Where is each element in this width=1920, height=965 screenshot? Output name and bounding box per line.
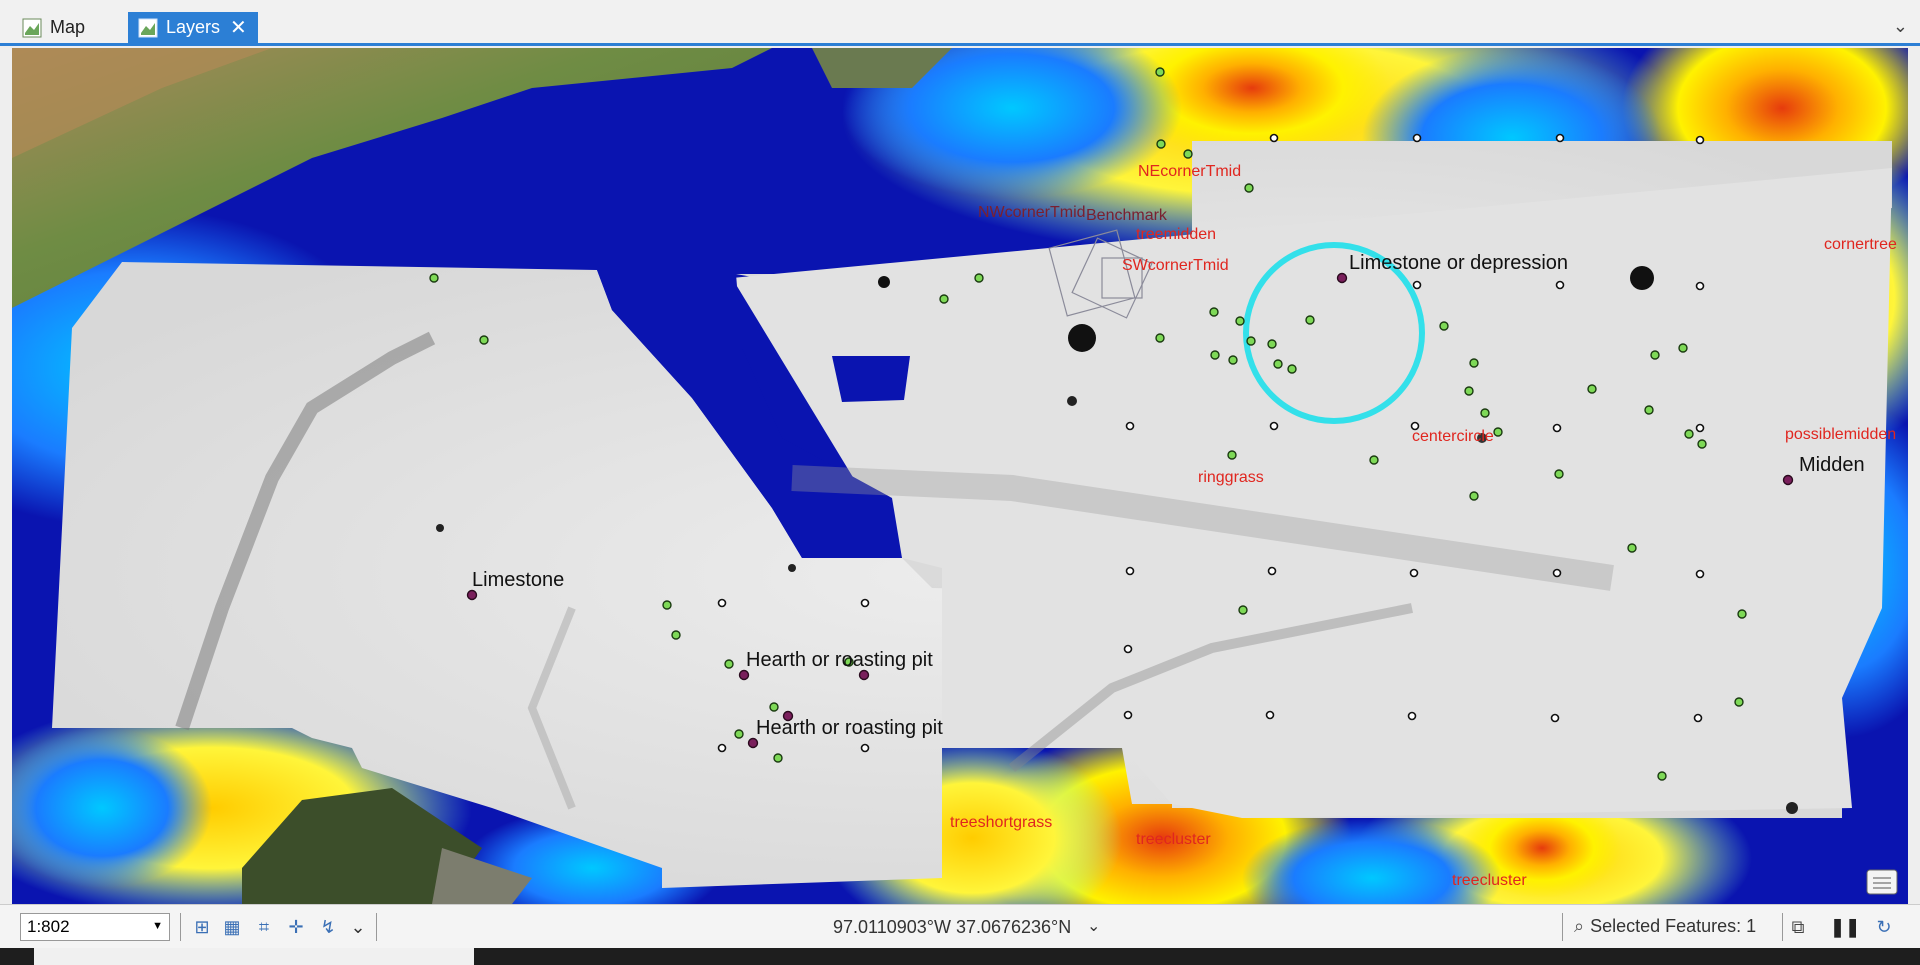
label-limestone-depression: Limestone or depression (1349, 252, 1568, 274)
view-tab-bar: Map Layers ✕ ⌄ (0, 0, 1920, 46)
chevron-down-icon: ▼ (152, 920, 163, 932)
label-hearth-1: Hearth or roasting pit (746, 649, 933, 671)
label-nwcornertmid: NWcornerTmid (978, 204, 1086, 221)
chevron-down-icon[interactable]: ⌄ (346, 915, 370, 939)
fixed-zoom-icon[interactable]: ⊞ (190, 915, 214, 939)
label-centercircle: centercircle (1412, 428, 1494, 445)
label-limestone: Limestone (472, 569, 564, 591)
label-benchmark: Benchmark (1086, 207, 1168, 224)
map-tips-icon[interactable] (1866, 869, 1898, 895)
label-cornertree: cornertree (1824, 236, 1897, 253)
scale-value: 1:802 (27, 917, 70, 936)
selected-features-label: Selected Features: 1 (1590, 916, 1757, 936)
tab-layers[interactable]: Layers ✕ (128, 12, 258, 43)
close-icon[interactable]: ✕ (230, 15, 247, 40)
label-treeshortgrass: treeshortgrass (950, 814, 1052, 831)
separator (1562, 913, 1563, 941)
label-midden: Midden (1799, 454, 1865, 476)
separator (1782, 913, 1783, 941)
taskbar (0, 948, 1920, 965)
pause-icon[interactable]: ❚❚ (1830, 915, 1860, 939)
map-status-bar: 1:802 ▼ ⊞ ▦ ⌗ ✛ ↯ ⌄ 97.0110903°W 37.0676… (0, 904, 1920, 948)
separator (180, 913, 181, 941)
label-hearth-2: Hearth or roasting pit (756, 717, 943, 739)
refresh-icon[interactable]: ↻ (1872, 915, 1896, 939)
north-arrow-icon[interactable]: ↯ (316, 915, 340, 939)
selected-features[interactable]: ⌕ Selected Features: 1 (1574, 916, 1756, 937)
snapping-icon[interactable]: ⌗ (252, 915, 276, 939)
scale-selector[interactable]: 1:802 ▼ (20, 913, 170, 941)
chevron-down-icon[interactable]: ⌄ (1087, 916, 1100, 936)
crosshair-icon[interactable]: ✛ (284, 915, 308, 939)
tab-layers-label: Layers (166, 17, 221, 37)
map-canvas[interactable]: NEcornerTmid NWcornerTmid Benchmark tree… (12, 48, 1908, 904)
label-swcornertmid: SWcornerTmid (1122, 257, 1229, 274)
filter-icon[interactable]: ⧉ (1786, 915, 1810, 939)
map-icon (22, 18, 42, 38)
label-possiblemidden: possiblemidden (1785, 426, 1896, 443)
chevron-down-icon[interactable]: ⌄ (1893, 16, 1908, 37)
tab-map[interactable]: Map (12, 12, 124, 43)
grid-icon[interactable]: ▦ (220, 915, 244, 939)
selection-icon: ⌕ (1574, 916, 1585, 936)
map-layer-icon (138, 18, 158, 38)
coordinates-readout: 97.0110903°W 37.0676236°N (833, 917, 1072, 937)
taskbar-window[interactable] (34, 948, 474, 965)
tab-map-label: Map (50, 17, 86, 37)
label-treecluster-1: treecluster (1136, 831, 1211, 848)
label-treecluster-2: treecluster (1452, 872, 1527, 889)
label-treemidden: treemidden (1136, 226, 1216, 243)
label-ringgrass: ringgrass (1198, 469, 1264, 486)
separator (376, 913, 377, 941)
map-view[interactable]: NEcornerTmid NWcornerTmid Benchmark tree… (12, 48, 1908, 904)
label-necornertmid: NEcornerTmid (1138, 163, 1241, 180)
